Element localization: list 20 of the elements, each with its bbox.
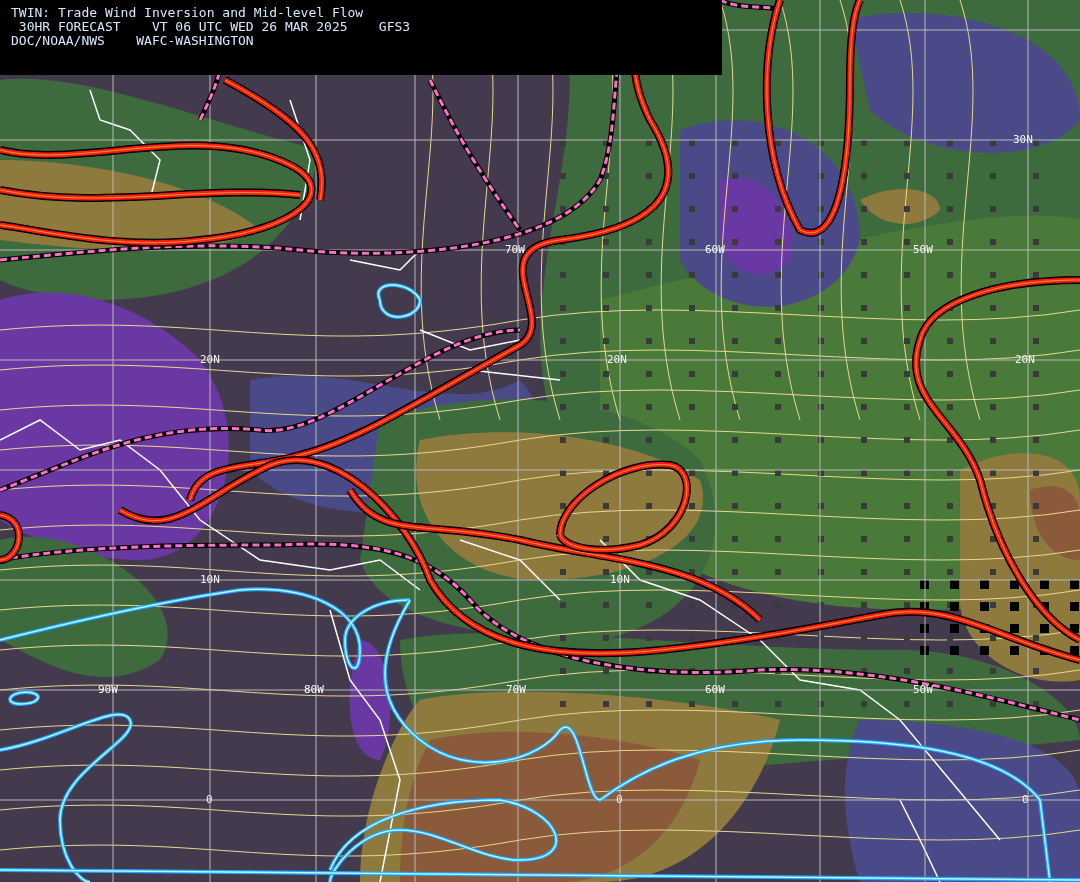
grid-label: 20N <box>607 354 627 365</box>
grid-label: 0 <box>206 794 213 805</box>
header-text: TWIN: Trade Wind Inversion and Mid-level Flow <box>11 6 365 20</box>
grid-label: 30N <box>1013 134 1033 145</box>
grid-label: 60W <box>705 244 725 255</box>
grid-label: 10N <box>610 574 630 585</box>
grid-label: 20N <box>1015 354 1035 365</box>
grid-label: 50W <box>913 684 933 695</box>
grid-label: 60W <box>705 684 725 695</box>
grid-label: 50W <box>913 244 933 255</box>
grid-label: 20N <box>200 354 220 365</box>
grid-label: 0 <box>1022 794 1029 805</box>
grid-label: 0 <box>616 794 623 805</box>
header-text: DOC/NOAA/NWS WAFC-WASHINGTON <box>11 34 255 48</box>
grid-label: 80W <box>304 684 324 695</box>
grid-label: 70W <box>506 684 526 695</box>
header-text: 30HR FORECAST VT 06 UTC WED 26 MAR 2025 GFS3 <box>17 20 412 34</box>
grid-label: 10N <box>200 574 220 585</box>
grid-label: 70W <box>505 244 525 255</box>
grid-label: 90W <box>98 684 118 695</box>
